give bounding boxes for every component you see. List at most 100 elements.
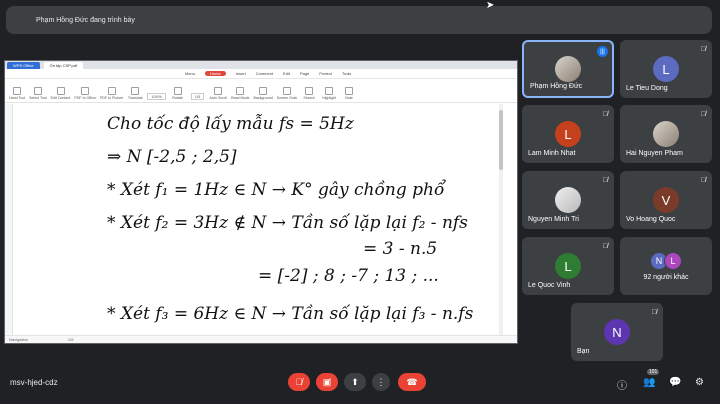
left-sidebar[interactable] [5,104,13,335]
participant-name: Phạm Hồng Đức [530,83,583,90]
presenter-text: Phạm Hồng Đức đang trình bày [36,16,135,24]
zoom-value[interactable]: 100% [147,93,166,100]
ribbon-toolbar: Hand Tool Select Tool Edit Content PDF t… [5,79,517,103]
picture-icon [107,87,116,95]
convert-icon [81,87,90,95]
info-icon[interactable]: ⓘ [617,377,627,392]
participant-tile-lam-minh-nhat[interactable]: L 🎙̸ Lam Minh Nhat [522,105,614,163]
more-options-button[interactable]: ⋮ [372,373,390,391]
camera-toggle-button[interactable]: ▣̸ [316,373,338,391]
screen-grab-button[interactable]: Screen Grab [277,87,297,100]
mic-off-icon: 🎙̸ [651,309,657,316]
pdf-to-picture-button[interactable]: PDF to Picture [100,87,123,100]
handwritten-line: * Xét f₃ = 6Hz ∈ N → Tần số lặp lại f₃ -… [107,304,474,324]
handwritten-line: Cho tốc độ lấy mẫu fs = 5Hz [107,114,354,134]
others-avatars: N L [650,252,682,270]
participant-tile-nguyen-minh-tri[interactable]: 🎙̸ Nguyen Minh Tri [522,171,614,229]
mic-off-icon: 🎙̸ [295,377,303,387]
participant-tile-le-quoc-vinh[interactable]: L 🎙̸ Le Quoc Vinh [522,237,614,295]
hand-tool-button[interactable]: Hand Tool [9,87,25,100]
background-button[interactable]: Background [254,87,273,100]
menu-protect[interactable]: Protect [319,71,332,76]
menu-edit[interactable]: Edit [283,71,290,76]
participant-name: Vo Hoang Quoc [626,216,676,223]
tab-document[interactable]: Ôn tập CSP.pdf [43,61,84,69]
handwritten-line: = [-2] ; 8 ; -7 ; 13 ; ... [258,266,439,286]
menu-insert[interactable]: Insert [236,71,246,76]
activities-icon[interactable]: ⚙ [695,377,704,388]
handwritten-line: ⇒ N [-2,5 ; 2,5] [107,147,237,167]
present-button[interactable]: ⬆ [344,373,366,391]
mic-off-icon: 🎙̸ [602,177,608,184]
participant-tile-others[interactable]: N L 92 người khác [620,237,712,295]
shared-screen: WPS Office Ôn tập CSP.pdf Menu Home Inse… [4,60,518,344]
avatar [653,121,679,147]
mic-off-icon: 🎙̸ [602,243,608,250]
edit-icon [56,87,65,95]
people-icon[interactable]: 👥 [643,377,655,388]
page-indicator[interactable]: 1/5 [190,93,206,100]
menu-page[interactable]: Page [300,71,309,76]
handwritten-line: * Xét f₂ = 3Hz ∉ N → Tần số lặp lại f₂ -… [107,213,468,233]
auto-scroll-button[interactable]: Auto Scroll [210,87,227,100]
avatar [555,187,581,213]
book-icon [236,87,245,95]
rotate-button[interactable]: Rotate [170,87,186,100]
rotate-icon [173,87,182,95]
zoom-control[interactable]: 100% [147,93,166,100]
participant-name: Le Quoc Vinh [528,282,571,289]
leave-call-button[interactable]: ☎ [398,373,426,391]
search-icon [305,87,314,95]
menu-comment[interactable]: Comment [256,71,273,76]
menu-home[interactable]: Home [205,71,226,76]
scroll-icon [214,87,223,95]
select-tool-button[interactable]: Select Tool [29,87,47,100]
background-icon [259,87,268,95]
participant-name: Le Tieu Dong [626,85,668,92]
camera-off-icon: ▣̸ [322,376,332,387]
pdf-to-office-button[interactable]: PDF to Office [74,87,96,100]
translate-button[interactable]: Translate [127,87,143,100]
edit-content-button[interactable]: Edit Content [51,87,70,100]
search-button[interactable]: Search [301,87,317,100]
avatar: V [653,187,679,213]
note-button[interactable]: Note [341,87,357,100]
participant-tile-pham-hong-duc[interactable]: ||| Phạm Hồng Đức [522,40,614,98]
note-icon [345,87,354,95]
status-bar: Navigation 1/5 [5,335,517,343]
avatar: L [653,56,679,82]
participant-tile-le-tieu-dong[interactable]: L 🎙̸ Le Tieu Dong [620,40,712,98]
meeting-code: msv-hjed-cdz [10,378,58,387]
present-icon: ⬆ [351,376,359,387]
participant-name: Lam Minh Nhat [528,150,576,157]
participant-tile-vo-hoang-quoc[interactable]: V 🎙̸ Vo Hoang Quoc [620,171,712,229]
menu-menu[interactable]: Menu [185,71,195,76]
mic-off-icon: 🎙̸ [602,111,608,118]
scissors-icon [282,87,291,95]
speaking-indicator-icon: ||| [597,46,608,57]
vertical-scrollbar[interactable] [499,104,503,335]
participant-name: Bạn [577,348,590,355]
mic-toggle-button[interactable]: 🎙̸ [288,373,310,391]
participant-name: Hai Nguyen Pham [626,150,683,157]
presenting-banner: Phạm Hồng Đức đang trình bày [6,6,712,34]
participant-tile-hai-nguyen-pham[interactable]: 🎙̸ Hai Nguyen Pham [620,105,712,163]
ribbon-menu: Menu Home Insert Comment Edit Page Prote… [5,69,517,79]
menu-tools[interactable]: Tools [342,71,351,76]
mic-off-icon: 🎙̸ [700,46,706,53]
mouse-cursor-icon: ➤ [486,0,495,11]
highlight-button[interactable]: Highlight [321,87,337,100]
navigation-button[interactable]: Navigation [9,337,28,342]
more-vert-icon: ⋮ [376,376,386,387]
avatar [555,56,581,82]
app-tab-strip: WPS Office Ôn tập CSP.pdf [5,61,517,69]
chat-icon[interactable]: 💬 [669,377,681,388]
mic-off-icon: 🎙̸ [700,177,706,184]
translate-icon [131,87,140,95]
read-mode-button[interactable]: Read Mode [231,87,250,100]
hand-icon [13,87,22,95]
scrollbar-thumb[interactable] [499,110,503,170]
participant-tile-self[interactable]: N 🎙̸ Bạn [571,303,663,361]
others-count: 92 người khác [643,274,689,281]
tab-wps-office[interactable]: WPS Office [7,61,40,69]
